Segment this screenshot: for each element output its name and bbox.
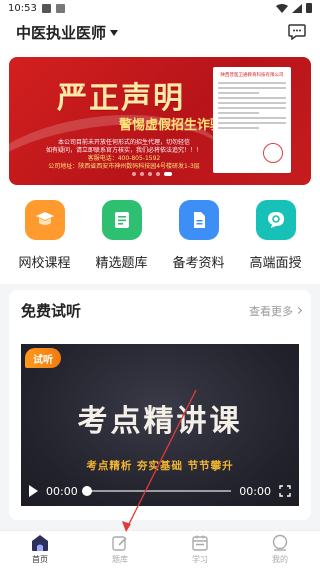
quick-nav: 网校课程 精选题库 备考资料 高端面授 [0,200,320,276]
view-more-label: 查看更多 [249,304,293,318]
status-time: 10:53 [8,2,37,14]
document-icon [178,200,219,240]
notification-icon [41,3,51,13]
duration: 00:00 [239,484,271,498]
edit-icon [112,536,127,551]
trial-badge: 试听 [25,348,61,368]
status-bar: 10:53 [0,0,320,16]
home-icon [32,535,48,551]
carousel-dot[interactable] [132,172,136,176]
announcement-banner[interactable]: 严正声明 警惕虚假招生诈骗 本公司目前未开放任何形式的招生代理，切勿轻信 如有疑… [9,57,311,185]
carousel-indicator [132,172,172,176]
message-icon[interactable] [288,24,306,40]
video-title: 考点精讲课 [77,404,243,439]
chat-bubble-icon [255,200,296,240]
tab-question-bank[interactable]: 题库 [90,534,150,565]
wifi-icon [276,3,288,13]
battery-icon [306,3,312,13]
current-time: 00:00 [46,484,78,498]
exam-title: 中医执业医师 [16,23,107,42]
view-more-link[interactable]: 查看更多 [249,303,303,319]
nav-study-materials[interactable]: 备考资料 [162,200,236,276]
seal-stamp-icon [263,143,283,163]
banner-line: 本公司目前未开放任何形式的招生代理，切勿轻信 [57,139,190,146]
banner-line: 公司地址：陕西省西安市神州数码科技园4号楼研发1-3层 [48,163,200,170]
nav-online-course[interactable]: 网校课程 [8,200,82,276]
banner-title: 严正声明 [57,81,185,116]
signal-icon [292,3,302,13]
video-player[interactable]: 试听 考点精讲课 考点精析 夯实基础 节节攀升 00:00 00:00 [21,344,299,506]
video-subtitle: 考点精析 夯实基础 节节攀升 [86,460,234,472]
tab-label: 我的 [272,555,288,564]
tab-label: 首页 [32,555,48,564]
calendar-icon [192,535,208,551]
play-icon[interactable] [29,485,38,497]
statement-document: 陕西普医卫通教育科技有限公司 [213,67,291,173]
progress-knob[interactable] [81,486,92,496]
tab-label: 题库 [112,555,128,564]
progress-bar[interactable] [81,486,232,496]
nav-label: 高端面授 [249,256,302,271]
image-icon [55,3,65,13]
nav-premium-classes[interactable]: 高端面授 [239,200,313,276]
banner-text: 本公司目前未开放任何形式的招生代理，切勿轻信 如有疑问，请立即联系官方核实，我们… [39,139,209,171]
chevron-right-icon [294,306,303,315]
bottom-tab-bar: 首页 题库 学习 我的 [0,530,320,568]
nav-label: 网校课程 [18,256,71,271]
tab-home[interactable]: 首页 [10,534,70,565]
tab-study[interactable]: 学习 [170,534,230,565]
tab-label: 学习 [192,555,208,564]
course-cap-icon [24,200,65,240]
banner-line: 如有疑问，请立即联系官方核实，我们必将依法追究！！！ [45,147,202,154]
carousel-dot[interactable] [140,172,144,176]
user-icon [272,534,288,551]
caret-down-icon [110,30,119,36]
carousel-dot[interactable] [148,172,152,176]
banner-subtitle: 警惕虚假招生诈骗 [119,118,224,133]
nav-label: 精选题库 [95,256,148,271]
free-trial-card: 免费试听 查看更多 试听 考点精讲课 考点精析 夯实基础 节节攀升 00:00 … [9,290,311,520]
banner-line: 客服电话：400-805-1592 [87,155,161,162]
carousel-dot[interactable] [156,172,160,176]
trial-header: 免费试听 查看更多 [21,300,303,321]
nav-question-bank[interactable]: 精选题库 [85,200,159,276]
document-heading: 陕西普医卫通教育科技有限公司 [220,73,284,78]
section-title: 免费试听 [21,302,82,320]
nav-label: 备考资料 [172,256,225,271]
exam-selector[interactable]: 中医执业医师 [16,22,119,43]
fullscreen-icon[interactable] [279,485,291,497]
question-bank-icon [101,200,142,240]
app-header: 中医执业医师 [0,16,320,48]
video-controls: 00:00 00:00 [21,480,299,502]
carousel-dot-active[interactable] [164,172,172,176]
tab-profile[interactable]: 我的 [250,534,310,565]
